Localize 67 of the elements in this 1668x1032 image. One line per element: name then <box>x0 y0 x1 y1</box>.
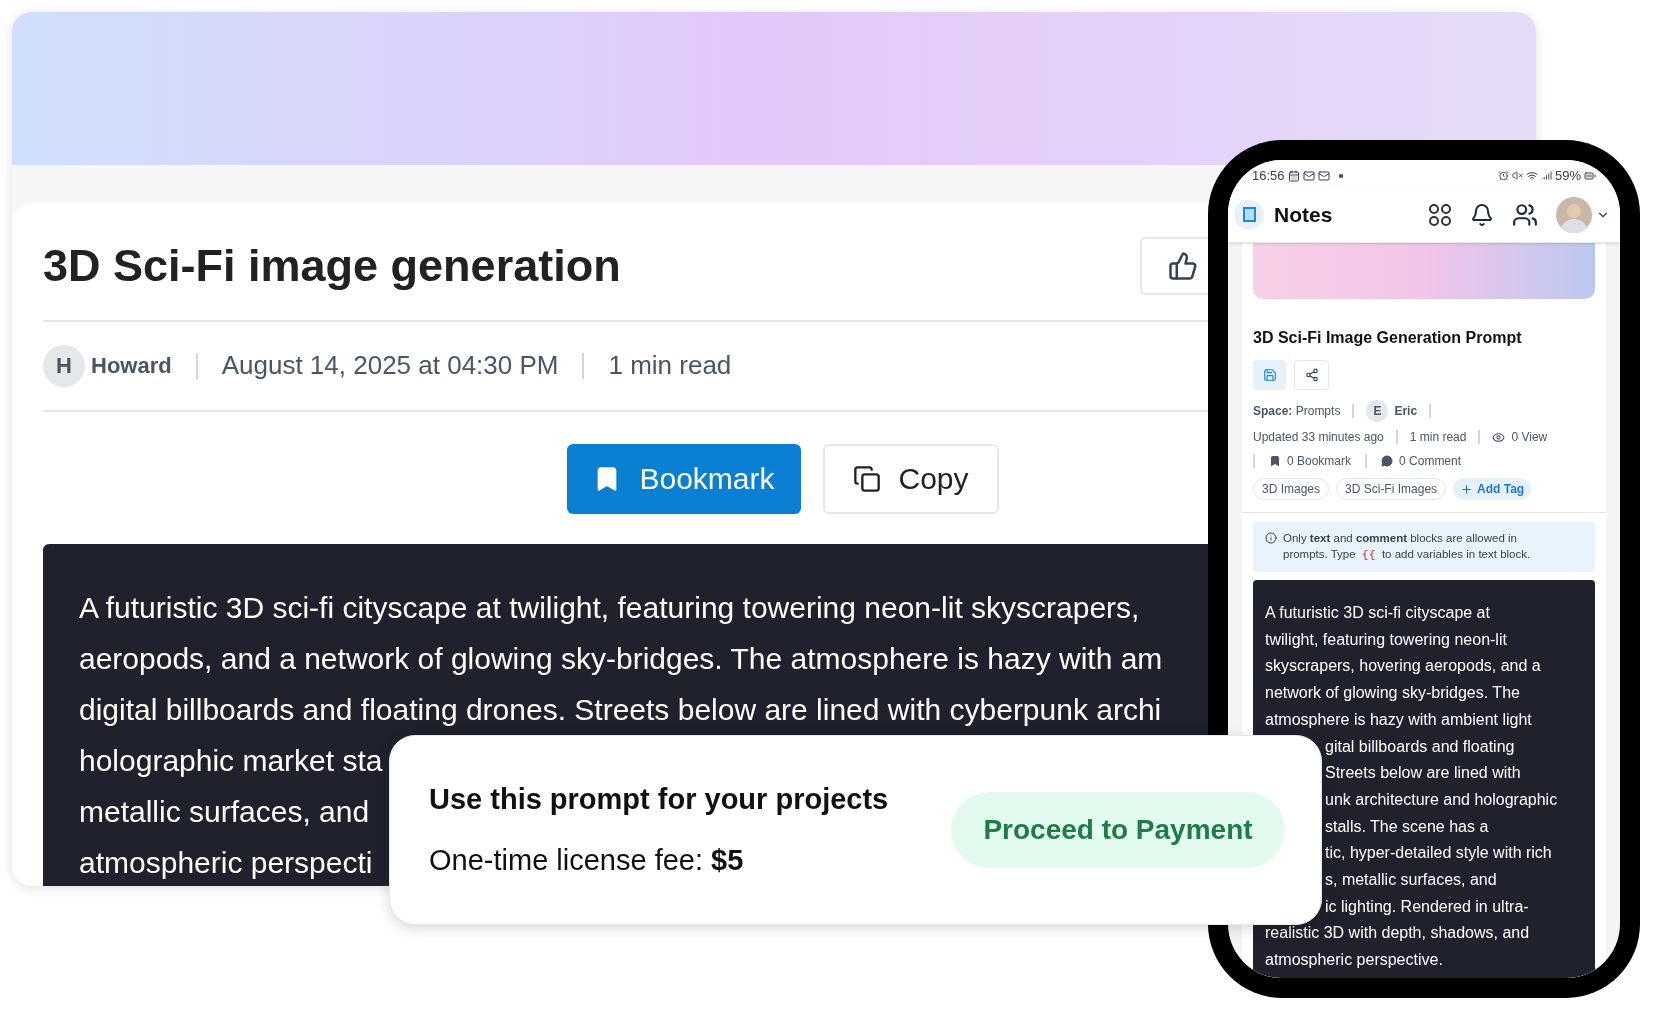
prompt-text-line: gital billboards and floating <box>1325 736 1515 757</box>
prompt-text-line: skyscrapers, hovering aeropods, and a <box>1265 656 1541 677</box>
wifi-icon <box>1525 169 1538 182</box>
people-icon[interactable] <box>1512 201 1538 228</box>
add-tag-button[interactable]: Add Tag <box>1453 478 1532 500</box>
copy-icon <box>852 464 881 493</box>
plus-icon <box>1460 482 1474 496</box>
prompt-text-line: atmosphere is hazy with ambient light <box>1265 709 1532 730</box>
battery-icon <box>1584 169 1596 182</box>
prompt-text-line: unk architecture and holographic <box>1325 789 1558 810</box>
mail-icon <box>1302 169 1315 182</box>
prompt-text-line: realistic 3D with depth, shadows, and <box>1265 923 1530 944</box>
prompt-text-line: metallic surfaces, and <box>79 793 370 830</box>
prompt-text-line: twilight, featuring towering neon-lit <box>1265 629 1507 650</box>
app-title: Notes <box>1274 201 1333 228</box>
publish-date: August 14, 2025 at 04:30 PM <box>221 349 559 382</box>
copy-button[interactable]: Copy <box>822 443 999 514</box>
note-title: 3D Sci-Fi Image Generation Prompt <box>1253 328 1522 348</box>
info-text: Only text and comment blocks are allowed in prompts. Type {{ to add variables in text block. <box>1283 531 1532 563</box>
share-icon <box>1304 368 1319 382</box>
save-icon <box>1262 368 1277 382</box>
calendar-icon <box>1287 169 1300 182</box>
signal-icon <box>1540 170 1552 181</box>
space-info: Space: Prompts <box>1253 403 1341 420</box>
prompt-text-line: atmospheric perspecti <box>79 844 373 881</box>
author-avatar: E <box>1366 400 1389 422</box>
bookmark-count: 0 Bookmark <box>1287 453 1352 470</box>
read-time: 1 min read <box>1409 429 1467 446</box>
notes-logo-icon <box>1234 199 1264 230</box>
alarm-icon <box>1497 170 1509 181</box>
prompt-text-line: Streets below are lined with <box>1325 763 1521 784</box>
battery-level: 59% <box>1554 166 1581 185</box>
prompt-text-line: tic, hyper-detailed style with rich <box>1325 843 1552 864</box>
article-title: 3D Sci-Fi image generation <box>43 239 621 293</box>
prompt-text-line: A futuristic 3D sci-fi cityscape at <box>1265 603 1490 623</box>
comment-count: 0 Comment <box>1399 453 1462 470</box>
mute-icon <box>1511 170 1523 181</box>
save-button[interactable] <box>1253 360 1286 390</box>
eye-icon <box>1492 430 1506 444</box>
prompt-text-line: holographic market sta <box>79 742 383 779</box>
comment-icon <box>1381 455 1394 467</box>
prompt-text-line: A futuristic 3D sci-fi cityscape at twilight, featuring towering neon-lit skyscrapers, <box>79 589 1140 626</box>
prompt-text-line: network of glowing sky-bridges. The <box>1265 683 1520 704</box>
proceed-to-payment-button[interactable]: Proceed to Payment <box>951 792 1285 868</box>
info-icon <box>1265 532 1277 544</box>
bookmark-button[interactable]: Bookmark <box>567 443 801 514</box>
prompt-text-line: atmospheric perspective. <box>1265 950 1443 971</box>
read-time: 1 min read <box>608 349 732 382</box>
share-button[interactable] <box>1294 360 1329 390</box>
view-count: 0 View <box>1511 429 1548 446</box>
author-name[interactable]: Howard <box>91 349 172 382</box>
popup-heading: Use this prompt for your projects <box>429 781 889 817</box>
prompt-text-line: s, metallic surfaces, and <box>1325 870 1497 891</box>
author-name[interactable]: Eric <box>1394 402 1418 420</box>
updated-time: Updated 33 minutes ago <box>1253 429 1384 446</box>
license-fee: One-time license fee: $5 <box>429 843 744 878</box>
prompt-text-line: stalls. The scene has a <box>1325 816 1489 837</box>
bookmark-icon <box>1269 455 1281 467</box>
prompt-text-line: ic lighting. Rendered in ultra- <box>1325 896 1529 917</box>
clock-time: 16:56 <box>1252 166 1285 185</box>
prompt-text-line: digital billboards and floating drones. Streets below are lined with cyberpunk archi <box>79 691 1162 728</box>
apps-grid-icon[interactable] <box>1428 202 1452 227</box>
notification-bell-icon[interactable] <box>1470 202 1494 227</box>
author-avatar: H <box>43 344 85 387</box>
prompt-text-line: aeropods, and a network of glowing sky-bridges. The atmosphere is hazy with am <box>79 640 1163 677</box>
mail-icon <box>1317 169 1330 182</box>
thumbs-up-icon <box>1168 250 1198 281</box>
